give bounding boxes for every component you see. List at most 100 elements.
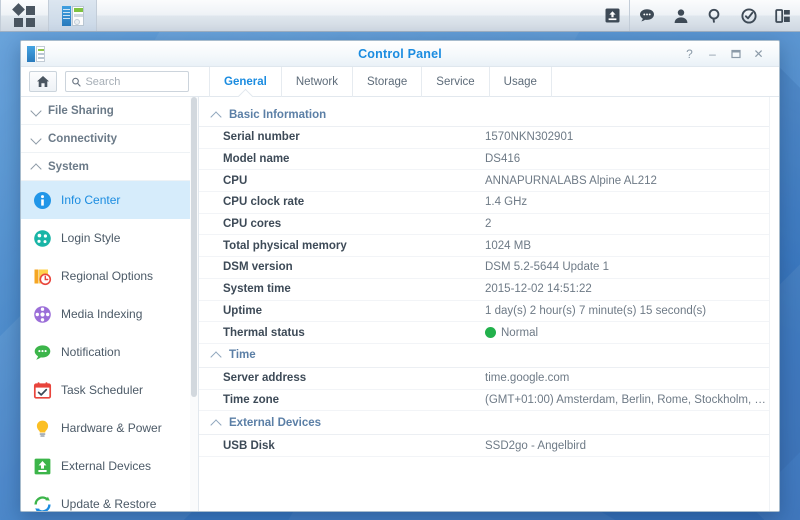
sidebar-item-notification[interactable]: Notification — [21, 333, 190, 371]
taskbar-control-panel-button[interactable] — [49, 0, 96, 31]
sidebar-group-file-sharing[interactable]: File Sharing — [21, 97, 190, 125]
taskbar — [0, 0, 800, 32]
search-input[interactable] — [85, 75, 183, 88]
table-row: CPU clock rate 1.4 GHz — [199, 192, 769, 214]
widgets-icon[interactable] — [766, 0, 800, 31]
row-key: USB Disk — [223, 439, 275, 452]
row-value: time.google.com — [485, 372, 570, 385]
chat-bubble-icon[interactable] — [630, 0, 664, 31]
window-body: File Sharing Connectivity System Info Ce… — [21, 97, 779, 511]
tab-label: Service — [436, 75, 475, 88]
chevron-down-icon — [31, 134, 41, 144]
sidebar-item-hardware-power[interactable]: Hardware & Power — [21, 409, 190, 447]
sidebar-group-connectivity[interactable]: Connectivity — [21, 125, 190, 153]
row-value: 1570NKN302901 — [485, 131, 574, 144]
row-key: CPU cores — [223, 218, 282, 231]
check-circle-icon[interactable] — [732, 0, 766, 31]
chevron-down-icon — [31, 106, 41, 116]
row-key: Model name — [223, 153, 290, 166]
home-button[interactable] — [29, 71, 57, 92]
person-icon[interactable] — [664, 0, 698, 31]
row-key: Serial number — [223, 131, 300, 144]
section-header-external-devices[interactable]: External Devices — [199, 411, 769, 436]
tab-service[interactable]: Service — [422, 66, 490, 97]
sidebar-scrollbar-track[interactable] — [190, 97, 198, 511]
window-toolbar: General Network Storage Service Usage — [21, 66, 779, 97]
magnifier-icon[interactable] — [698, 0, 732, 31]
sidebar-item-label: Hardware & Power — [61, 421, 162, 435]
content-panel: Basic Information Serial number 1570NKN3… — [199, 97, 779, 511]
sidebar-item-external-devices[interactable]: External Devices — [21, 447, 190, 485]
section-title: Basic Information — [229, 108, 327, 121]
tab-storage[interactable]: Storage — [353, 66, 423, 97]
table-row: Server address time.google.com — [199, 368, 769, 390]
palette-icon — [33, 229, 52, 248]
sidebar-item-label: Login Style — [61, 231, 121, 245]
calendar-check-icon — [33, 381, 52, 400]
sidebar-item-login-style[interactable]: Login Style — [21, 219, 190, 257]
chevron-up-icon — [31, 162, 41, 172]
row-key: DSM version — [223, 261, 293, 274]
sidebar-group-label: File Sharing — [48, 104, 114, 117]
speech-bubble-icon — [33, 343, 52, 362]
row-key: Server address — [223, 372, 307, 385]
row-key: Total physical memory — [223, 239, 347, 252]
tab-bar: General Network Storage Service Usage — [209, 66, 552, 97]
row-value: 1.4 GHz — [485, 196, 528, 209]
search-field[interactable] — [65, 71, 189, 92]
sidebar-item-update-restore[interactable]: Update & Restore — [21, 485, 190, 511]
window-titlebar[interactable]: Control Panel ? – ✕ — [21, 41, 779, 67]
tab-label: Usage — [503, 75, 537, 88]
row-value: ANNAPURNALABS Alpine AL212 — [485, 174, 657, 187]
sidebar-group-system[interactable]: System — [21, 153, 190, 181]
tab-label: General — [224, 75, 267, 88]
sidebar-item-info-center[interactable]: Info Center — [21, 181, 190, 219]
page-title: Control Panel — [358, 46, 442, 61]
row-key: Uptime — [223, 304, 262, 317]
upload-icon[interactable] — [595, 0, 629, 31]
refresh-icon — [33, 495, 52, 511]
control-panel-icon — [61, 5, 84, 26]
tab-label: Storage — [367, 75, 408, 88]
taskbar-app-menu-button[interactable] — [1, 0, 48, 31]
row-key: CPU — [223, 174, 248, 187]
row-key: System time — [223, 283, 291, 296]
status-label: Normal — [501, 326, 539, 339]
tab-usage[interactable]: Usage — [490, 66, 552, 97]
row-key: CPU clock rate — [223, 196, 305, 209]
sidebar-item-regional-options[interactable]: Regional Options — [21, 257, 190, 295]
tab-label: Network — [295, 75, 339, 88]
content-scroll-area: Basic Information Serial number 1570NKN3… — [199, 97, 769, 511]
sidebar-item-media-indexing[interactable]: Media Indexing — [21, 295, 190, 333]
table-row: DSM version DSM 5.2-5644 Update 1 — [199, 257, 769, 279]
row-key: Thermal status — [223, 326, 305, 339]
usb-eject-icon — [33, 457, 52, 476]
row-key: Time zone — [223, 393, 280, 406]
section-header-time[interactable]: Time — [199, 344, 769, 368]
sidebar-group-label: Connectivity — [48, 132, 118, 145]
section-title: Time — [229, 349, 256, 362]
table-row: Thermal status Normal — [199, 322, 769, 344]
sidebar-item-label: External Devices — [61, 459, 152, 473]
control-panel-window: Control Panel ? – ✕ General Network — [20, 40, 780, 512]
row-value: DSM 5.2-5644 Update 1 — [485, 261, 610, 274]
chevron-up-icon — [211, 110, 221, 120]
sidebar-item-label: Media Indexing — [61, 307, 143, 321]
sidebar-item-task-scheduler[interactable]: Task Scheduler — [21, 371, 190, 409]
status-badge: Normal — [485, 326, 539, 339]
table-row: CPU cores 2 — [199, 214, 769, 236]
magnifier-icon — [72, 77, 81, 87]
tab-general[interactable]: General — [209, 66, 282, 97]
content-scrollbar-track[interactable] — [769, 97, 779, 511]
sidebar-item-label: Info Center — [61, 193, 121, 207]
tab-network[interactable]: Network — [282, 66, 354, 97]
row-value: 2015-12-02 14:51:22 — [485, 283, 592, 296]
section-header-basic-information[interactable]: Basic Information — [199, 103, 769, 127]
sidebar-item-label: Regional Options — [61, 269, 154, 283]
row-value: SSD2go - Angelbird — [485, 439, 587, 452]
table-row: Uptime 1 day(s) 2 hour(s) 7 minute(s) 15… — [199, 301, 769, 323]
row-value: (GMT+01:00) Amsterdam, Berlin, Rome, Sto… — [485, 393, 769, 406]
sidebar-scrollbar-thumb[interactable] — [191, 97, 197, 397]
row-value: 1024 MB — [485, 239, 532, 252]
sidebar-group-label: System — [48, 160, 89, 173]
